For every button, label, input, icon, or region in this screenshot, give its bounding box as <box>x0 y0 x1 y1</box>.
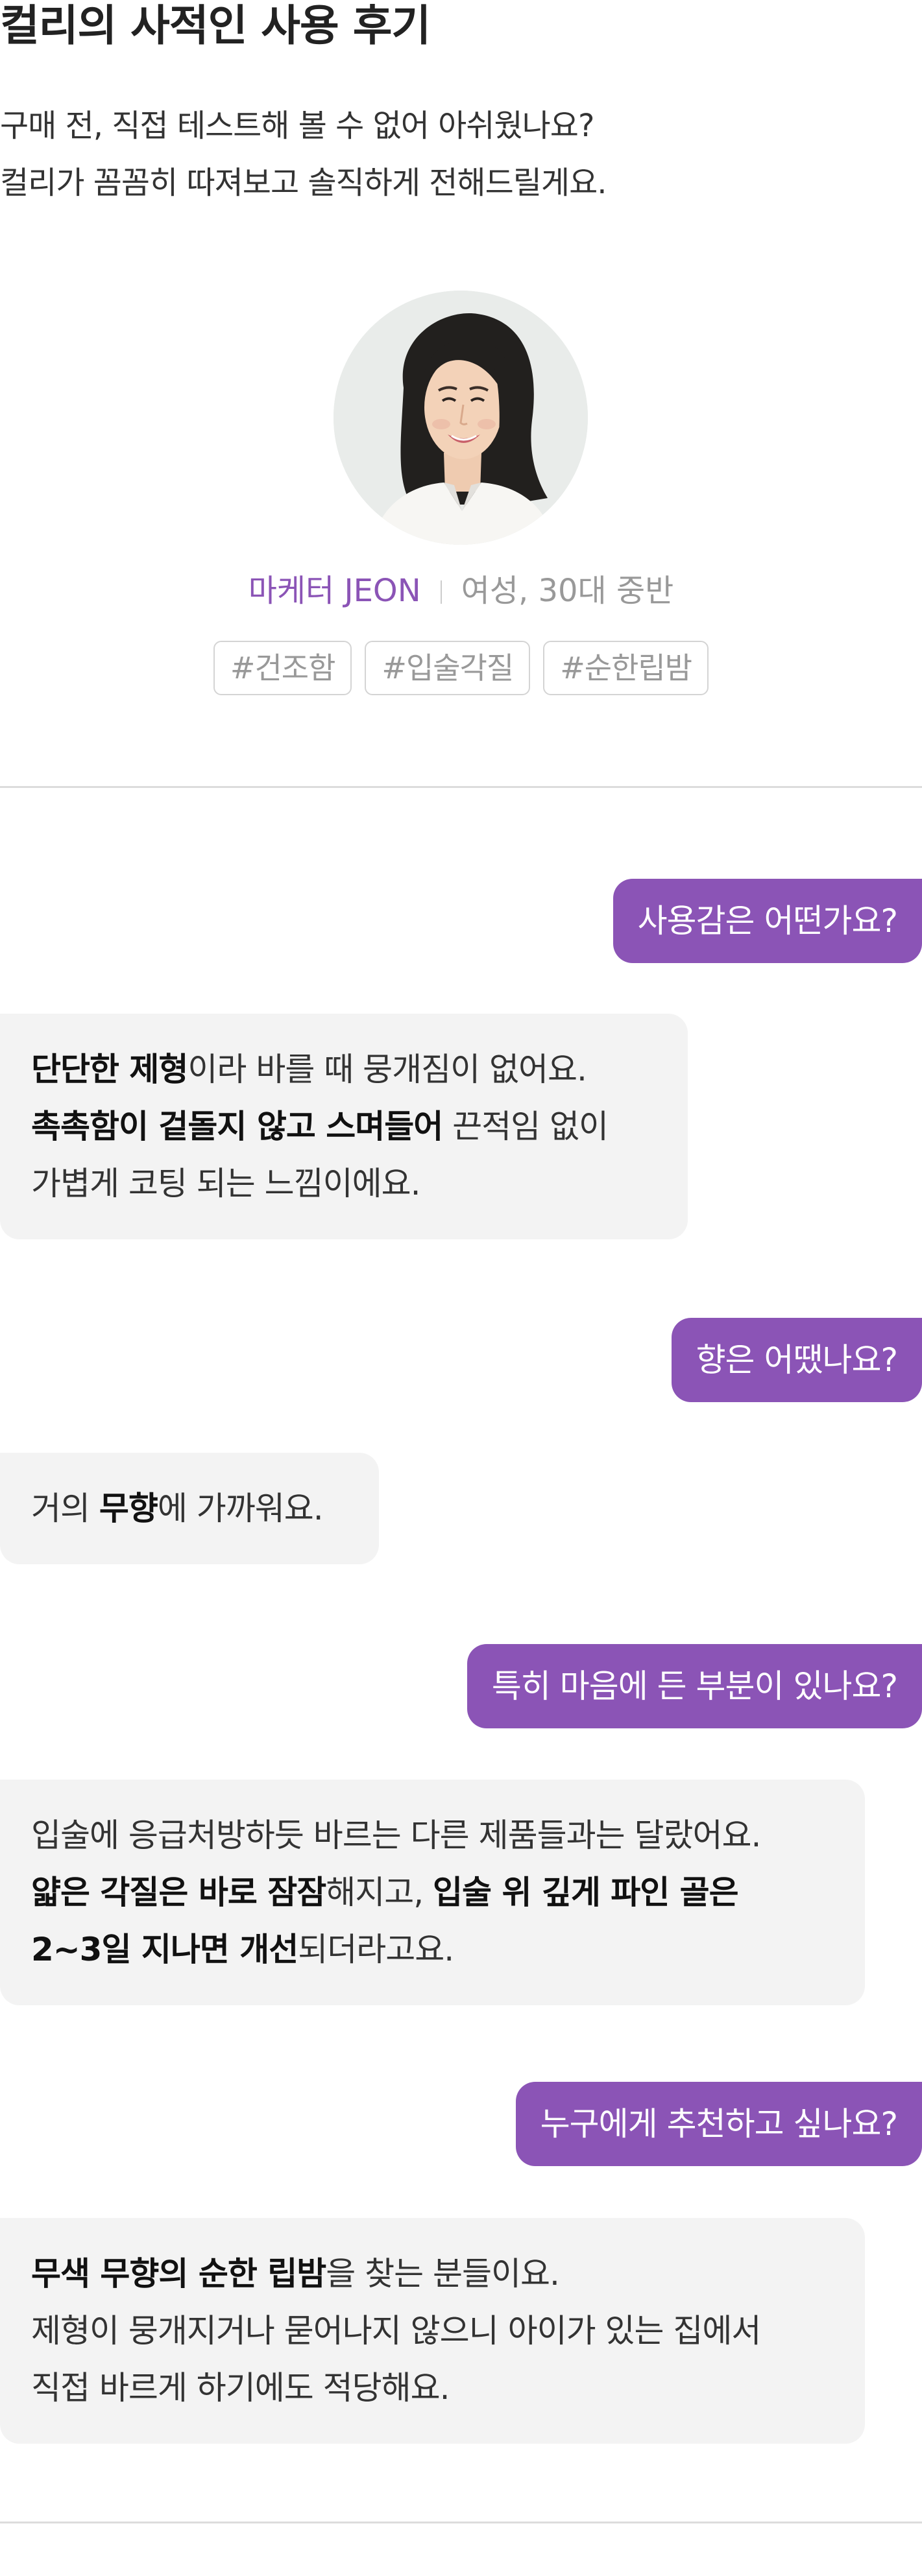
answer-line: 촉촉함이 겉돌지 않고 스며들어 끈적임 없이 <box>31 1098 657 1155</box>
answer-line: 입술에 응급처방하듯 바르는 다른 제품들과는 달랐어요. <box>31 1807 834 1864</box>
answer-line: 거의 무향에 가까워요. <box>31 1480 348 1537</box>
answer-text: 에 가까워요. <box>157 1490 324 1527</box>
subtitle-line: 컬리가 꼼꼼히 따져보고 솔직하게 전해드릴게요. <box>0 165 607 201</box>
reviewer-portrait-icon <box>334 291 588 545</box>
answer-text: 이라 바를 때 뭉개짐이 없어요. <box>188 1051 587 1088</box>
answer-line: 가볍게 코팅 되는 느낌이에요. <box>31 1155 657 1212</box>
answer-line: 무색 무향의 순한 립밤을 찾는 분들이요. <box>31 2245 834 2302</box>
answer-highlight-text: 입술 위 깊게 파인 골은 <box>433 1874 739 1911</box>
answer-highlight-text: 촉촉함이 겉돌지 않고 스며들어 <box>31 1108 443 1145</box>
answer-bubble: 거의 무향에 가까워요. <box>0 1453 379 1564</box>
answer-text: 끈적임 없이 <box>443 1108 609 1145</box>
page-subtitle: 구매 전, 직접 테스트해 볼 수 없어 아쉬웠나요? 컬리가 꼼꼼히 따져보고… <box>0 97 607 211</box>
reviewer-name: 마케터 JEON <box>248 573 421 609</box>
answer-line: 직접 바르게 하기에도 적당해요. <box>31 2359 834 2416</box>
page-title: 컬리의 사적인 사용 후기 <box>0 1 431 51</box>
reviewer-info: 여성, 30대 중반 <box>461 573 674 609</box>
section-divider <box>0 786 922 788</box>
answer-bubble: 입술에 응급처방하듯 바르는 다른 제품들과는 달랐어요. 얇은 각질은 바로 잠… <box>0 1780 865 2005</box>
question-bubble: 특히 마음에 든 부분이 있나요? <box>467 1644 922 1728</box>
profile-separator <box>440 580 442 604</box>
answer-text: 거의 <box>31 1490 99 1527</box>
reviewer-profile: 마케터 JEON 여성, 30대 중반 <box>0 568 922 614</box>
answer-text: 가볍게 코팅 되는 느낌이에요. <box>31 1165 421 1202</box>
answer-highlight-text: 얇은 각질은 바로 잠잠 <box>31 1874 326 1911</box>
answer-line: 얇은 각질은 바로 잠잠해지고, 입술 위 깊게 파인 골은 <box>31 1864 834 1921</box>
answer-line: 2~3일 지나면 개선되더라고요. <box>31 1921 834 1978</box>
reviewer-tags: #건조함 #입술각질 #순한립밤 <box>0 641 922 695</box>
question-bubble: 사용감은 어떤가요? <box>613 879 922 963</box>
answer-text: 직접 바르게 하기에도 적당해요. <box>31 2369 450 2407</box>
section-divider <box>0 2522 922 2523</box>
answer-highlight-text: 무색 무향의 순한 립밤 <box>31 2255 326 2293</box>
tag-chip: #입술각질 <box>365 641 531 695</box>
answer-line: 제형이 뭉개지거나 묻어나지 않으니 아이가 있는 집에서 <box>31 2302 834 2359</box>
answer-text: 해지고, <box>326 1874 433 1911</box>
answer-highlight-text: 단단한 제형 <box>31 1051 188 1088</box>
question-bubble: 누구에게 추천하고 싶나요? <box>515 2082 922 2166</box>
subtitle-line: 구매 전, 직접 테스트해 볼 수 없어 아쉬웠나요? <box>0 108 594 144</box>
tag-chip: #건조함 <box>213 641 352 695</box>
answer-line: 단단한 제형이라 바를 때 뭉개짐이 없어요. <box>31 1041 657 1098</box>
answer-highlight-text: 2~3일 지나면 개선 <box>31 1931 298 1968</box>
answer-highlight-text: 무향 <box>99 1490 158 1527</box>
reviewer-avatar <box>334 291 588 545</box>
answer-text: 입술에 응급처방하듯 바르는 다른 제품들과는 달랐어요. <box>31 1817 761 1854</box>
question-bubble: 향은 어땠나요? <box>671 1318 922 1402</box>
answer-bubble: 무색 무향의 순한 립밤을 찾는 분들이요. 제형이 뭉개지거나 묻어나지 않으니… <box>0 2218 865 2444</box>
answer-text: 되더라고요. <box>298 1931 454 1968</box>
answer-text: 을 찾는 분들이요. <box>326 2255 560 2293</box>
tag-chip: #순한립밤 <box>543 641 709 695</box>
answer-text: 제형이 뭉개지거나 묻어나지 않으니 아이가 있는 집에서 <box>31 2312 761 2350</box>
answer-bubble: 단단한 제형이라 바를 때 뭉개짐이 없어요. 촉촉함이 겉돌지 않고 스며들어 … <box>0 1014 688 1239</box>
